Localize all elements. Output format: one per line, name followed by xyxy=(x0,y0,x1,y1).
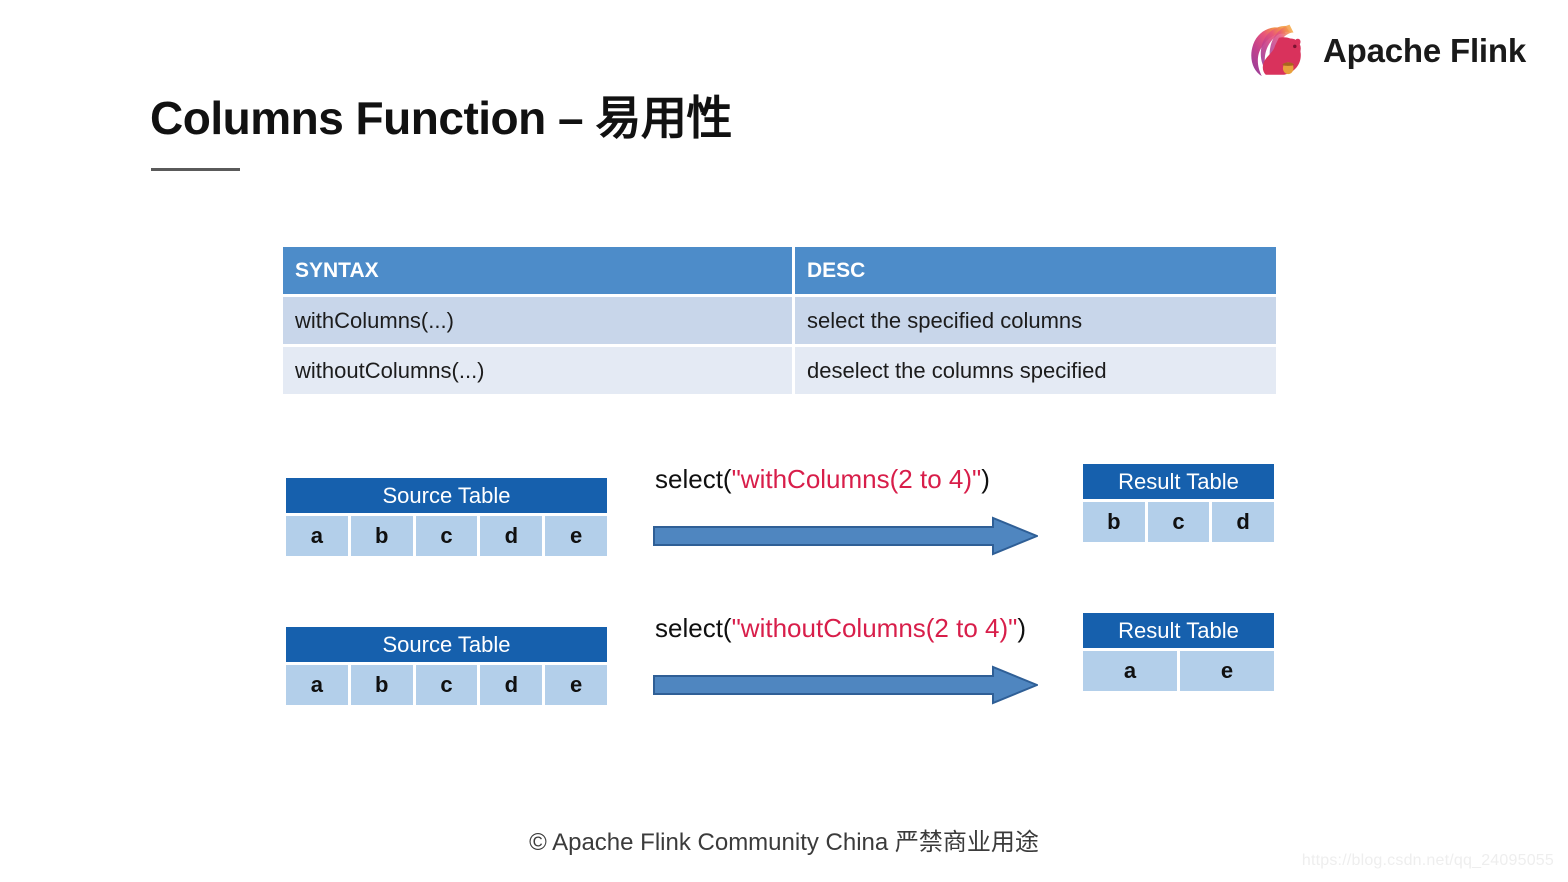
result-column-cell: b xyxy=(1083,502,1145,542)
result-column-cell: d xyxy=(1212,502,1274,542)
source-table-columns-row: a b c d e xyxy=(286,665,607,705)
expression-suffix: ) xyxy=(981,464,990,494)
result-column-cell: c xyxy=(1147,502,1210,542)
result-column-cell: e xyxy=(1180,651,1274,691)
column-header-syntax: SYNTAX xyxy=(283,247,795,296)
source-table: Source Table a b c d e xyxy=(283,624,610,708)
cell-syntax: withColumns(...) xyxy=(283,294,795,346)
expression-prefix: select( xyxy=(655,464,732,494)
source-table-columns-row: a b c d e xyxy=(286,516,607,556)
flink-squirrel-logo-icon xyxy=(1251,24,1301,77)
source-column-cell: a xyxy=(286,665,348,705)
source-column-cell: d xyxy=(480,665,543,705)
right-block-arrow-icon xyxy=(653,665,1038,705)
expression-suffix: ) xyxy=(1017,613,1027,643)
table-row: withColumns(...) select the specified co… xyxy=(283,294,1276,346)
watermark-url: https://blog.csdn.net/qq_24095055 xyxy=(1301,852,1554,869)
source-table-title: Source Table xyxy=(286,627,607,662)
result-table: Result Table a e xyxy=(1080,610,1277,694)
source-column-cell: a xyxy=(286,516,348,556)
source-column-cell: c xyxy=(415,516,478,556)
cell-desc: select the specified columns xyxy=(793,294,1276,346)
source-column-cell: c xyxy=(415,665,478,705)
result-table-title: Result Table xyxy=(1083,613,1274,648)
source-column-cell: b xyxy=(350,665,413,705)
result-table-header-row: Result Table xyxy=(1083,464,1274,499)
select-expression: select("withColumns(2 to 4)") xyxy=(655,464,990,495)
result-table: Result Table b c d xyxy=(1080,461,1277,545)
flow-diagram-withcolumns: Source Table a b c d e select("withColum… xyxy=(0,461,1568,595)
source-column-cell: e xyxy=(545,516,607,556)
expression-code: "withoutColumns(2 to 4)" xyxy=(731,613,1018,643)
result-table-header-row: Result Table xyxy=(1083,613,1274,648)
source-table: Source Table a b c d e xyxy=(283,475,610,559)
brand-name: Apache Flink xyxy=(1323,32,1526,69)
result-table-title: Result Table xyxy=(1083,464,1274,499)
table-header-row: SYNTAX DESC xyxy=(283,247,1276,296)
select-expression: select("withoutColumns(2 to 4)") xyxy=(655,613,1026,644)
table-row: withoutColumns(...) deselect the columns… xyxy=(283,344,1276,394)
source-table-header-row: Source Table xyxy=(286,627,607,662)
source-column-cell: b xyxy=(350,516,413,556)
source-table-title: Source Table xyxy=(286,478,607,513)
source-column-cell: d xyxy=(480,516,543,556)
expression-code: "withColumns(2 to 4)" xyxy=(731,464,982,494)
cell-desc: deselect the columns specified xyxy=(793,344,1276,394)
cell-syntax: withoutColumns(...) xyxy=(283,344,795,394)
syntax-description-table: SYNTAX DESC withColumns(...) select the … xyxy=(283,247,1276,394)
page-title: Columns Function – 易用性 xyxy=(150,92,732,144)
result-column-cell: a xyxy=(1083,651,1177,691)
result-table-columns-row: a e xyxy=(1083,651,1274,691)
source-column-cell: e xyxy=(545,665,607,705)
expression-prefix: select( xyxy=(655,613,732,643)
flow-diagram-withoutcolumns: Source Table a b c d e select("withoutCo… xyxy=(0,610,1568,744)
title-underline-rule xyxy=(151,168,240,171)
brand-logo: Apache Flink xyxy=(1241,18,1526,84)
right-block-arrow-icon xyxy=(653,516,1038,556)
source-table-header-row: Source Table xyxy=(286,478,607,513)
column-header-desc: DESC xyxy=(793,247,1276,296)
result-table-columns-row: b c d xyxy=(1083,502,1274,542)
